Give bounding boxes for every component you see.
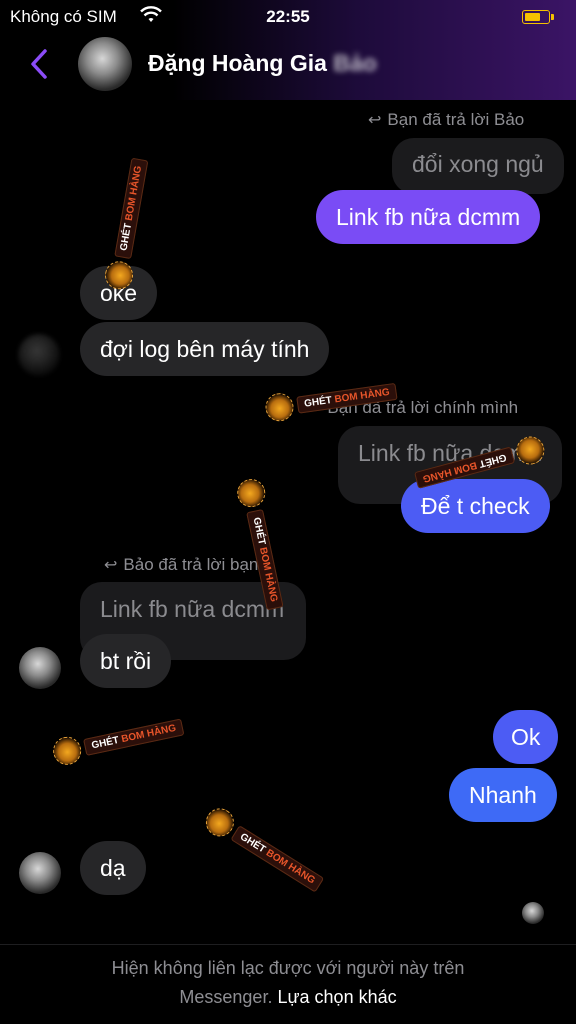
seen-avatar [522, 902, 544, 924]
watermark-prefix: GHÉT [90, 734, 123, 752]
watermark-prefix: GHÉT [118, 219, 135, 252]
watermark-logo-icon [50, 734, 84, 768]
outgoing-message[interactable]: Ok [493, 710, 559, 764]
other-options-link[interactable]: Lựa chọn khác [277, 987, 396, 1007]
chat-header: Không có SIM 22:55 Đặng Hoàng Gia Bảo [0, 0, 576, 100]
avatar [18, 334, 60, 376]
reply-arrow-icon: ↩ [104, 557, 118, 574]
status-bar: Không có SIM 22:55 [0, 0, 576, 34]
watermark-highlight: BOM HÀNG [257, 546, 280, 603]
watermark-highlight: BOM HÀNG [120, 722, 178, 745]
watermark-prefix: GHÉT [303, 394, 336, 410]
back-arrow-icon[interactable] [26, 46, 52, 82]
watermark-logo-icon [234, 476, 268, 510]
unavailable-notice-line2: Messenger. Lựa chọn khác [0, 987, 576, 1008]
contact-avatar[interactable] [78, 37, 132, 91]
battery-icon [522, 10, 554, 24]
quoted-message[interactable]: đổi xong ngủ [392, 138, 564, 194]
watermark-logo-icon [102, 259, 136, 292]
outgoing-message[interactable]: Nhanh [449, 768, 557, 822]
footer-divider [0, 944, 576, 945]
watermark: GHÉT BOM HÀNG [50, 713, 186, 768]
watermark-highlight: BOM HÀNG [421, 459, 479, 485]
reply-note-text: Bạn đã trả lời Bảo [387, 110, 525, 129]
incoming-message[interactable]: bt rồi [80, 634, 172, 688]
contact-name-text: Đặng Hoàng Gia [148, 50, 327, 76]
incoming-message[interactable]: đợi log bên máy tính [80, 322, 330, 376]
avatar [19, 647, 61, 689]
contact-name[interactable]: Đặng Hoàng Gia Bảo [148, 50, 377, 77]
avatar [19, 852, 61, 894]
reply-note-text: Bảo đã trả lời bạn [123, 555, 259, 574]
outgoing-message[interactable]: Link fb nữa dcmm [316, 190, 541, 244]
watermark-highlight: BOM HÀNG [333, 386, 391, 406]
unavailable-notice: Hiện không liên lạc được với người này t… [111, 958, 465, 978]
reply-note: ↩ Bạn đã trả lời Bảo [368, 110, 524, 130]
watermark: GHÉT BOM HÀNG [200, 803, 328, 897]
unavailable-notice-end: Messenger. [179, 987, 273, 1007]
watermark-logo-icon [263, 391, 296, 424]
watermark-highlight: BOM HÀNG [264, 847, 317, 887]
clock: 22:55 [266, 7, 310, 26]
contact-name-obscured: Bảo [333, 50, 377, 76]
watermark-highlight: BOM HÀNG [123, 164, 144, 222]
reply-arrow-icon: ↩ [368, 112, 382, 129]
watermark-prefix: GHÉT [250, 516, 269, 549]
incoming-message[interactable]: dạ [80, 841, 146, 895]
watermark-prefix: GHÉT [475, 451, 508, 471]
reply-note: ↩ Bảo đã trả lời bạn [104, 555, 258, 575]
